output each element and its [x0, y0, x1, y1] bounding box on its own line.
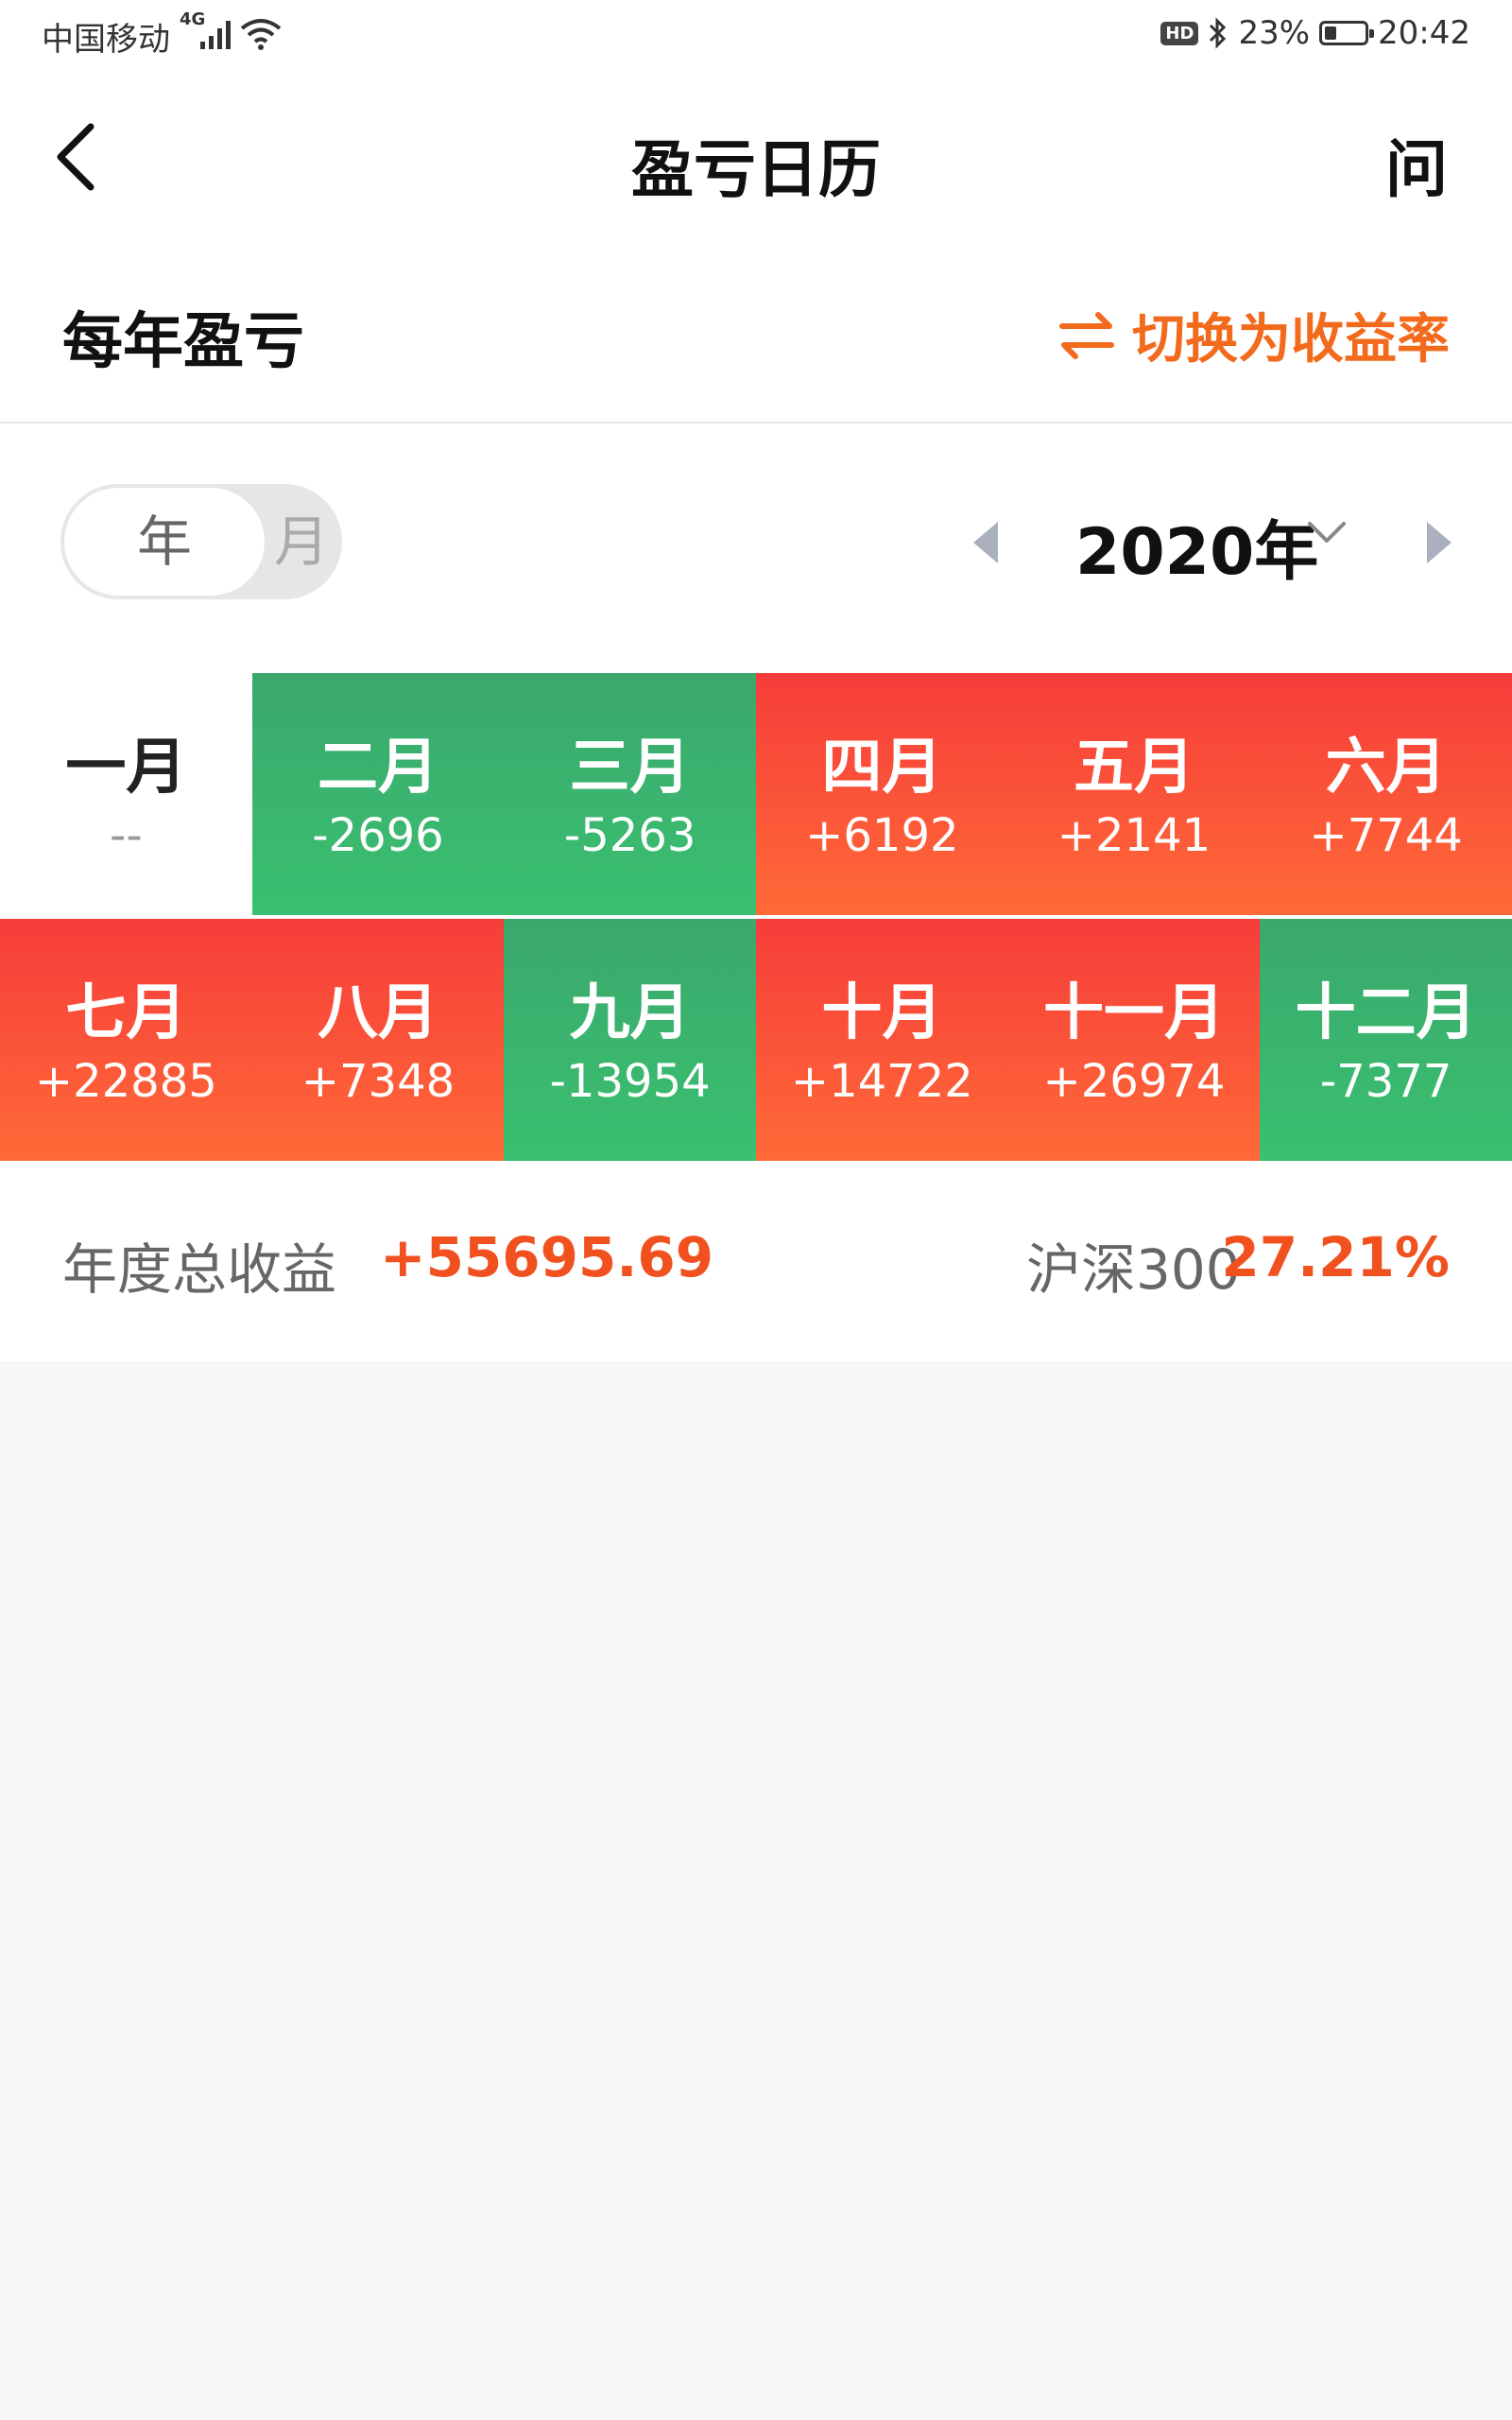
- switch-to-return-rate-button[interactable]: 切换为收益率: [1057, 297, 1450, 373]
- month-value: +2141: [1057, 809, 1211, 862]
- annual-total-value: +55695.69: [380, 1225, 714, 1289]
- switch-label: 切换为收益率: [1132, 309, 1450, 371]
- month-cell[interactable]: 六月 +7744: [1260, 673, 1512, 915]
- month-name: 四月: [821, 733, 943, 803]
- month-cell[interactable]: 三月 -5263: [504, 673, 756, 915]
- battery-percent: 23%: [1238, 14, 1311, 52]
- month-cell[interactable]: 十月 +14722: [756, 919, 1008, 1161]
- month-cell[interactable]: 十一月 +26974: [1007, 919, 1261, 1161]
- month-cell[interactable]: 十二月 -7377: [1260, 919, 1512, 1161]
- month-value: +6192: [805, 809, 959, 862]
- month-name: 七月: [65, 978, 187, 1048]
- prev-year-arrow-icon[interactable]: [973, 522, 998, 563]
- month-name: 九月: [569, 978, 691, 1048]
- month-name: 十月: [821, 978, 943, 1048]
- benchmark-value: 27.21%: [1221, 1225, 1450, 1289]
- swap-arrows-icon: [1059, 311, 1114, 359]
- month-value: -5263: [563, 809, 696, 862]
- divider: [0, 422, 1512, 424]
- status-right: HD 23% 20:42: [1160, 11, 1470, 55]
- month-cell[interactable]: 四月 +6192: [756, 673, 1008, 915]
- toggle-month[interactable]: 月: [261, 484, 342, 599]
- clock: 20:42: [1378, 14, 1470, 52]
- month-name: 十二月: [1295, 978, 1477, 1048]
- status-bar: 中国移动 4G HD 23% 20:42: [0, 0, 1512, 72]
- month-value: +7348: [301, 1055, 455, 1108]
- month-cell[interactable]: 七月 +22885: [0, 919, 252, 1161]
- toggle-year[interactable]: 年: [64, 488, 265, 596]
- next-year-arrow-icon[interactable]: [1427, 522, 1452, 563]
- month-cell[interactable]: 八月 +7348: [251, 919, 505, 1161]
- month-value: +14722: [790, 1055, 973, 1108]
- month-value: -7377: [1319, 1055, 1452, 1108]
- month-name: 一月: [65, 733, 187, 803]
- month-name: 二月: [317, 733, 438, 803]
- month-cell[interactable]: 二月 -2696: [251, 673, 505, 915]
- help-button[interactable]: 问: [1385, 119, 1448, 210]
- month-name: 六月: [1325, 733, 1447, 803]
- benchmark-label: 沪深300: [1026, 1237, 1241, 1302]
- month-value: --: [110, 809, 143, 862]
- month-name: 三月: [569, 733, 691, 803]
- annual-total-label: 年度总收益: [62, 1237, 337, 1302]
- page-title: 盈亏日历: [631, 133, 881, 206]
- wifi-icon: [240, 19, 282, 50]
- month-value: -2696: [312, 809, 444, 862]
- signal-icon: [200, 21, 231, 49]
- month-value: -13954: [549, 1055, 711, 1108]
- hd-badge: HD: [1160, 21, 1199, 45]
- nav-bar: 盈亏日历 问: [0, 91, 1512, 223]
- month-cell[interactable]: 九月 -13954: [504, 919, 756, 1161]
- section-title: 每年盈亏: [62, 307, 304, 377]
- month-cell[interactable]: 五月 +2141: [1007, 673, 1261, 915]
- month-value: +22885: [34, 1055, 217, 1108]
- battery-icon: [1319, 21, 1375, 45]
- year-dropdown[interactable]: 2020年: [1075, 499, 1318, 593]
- month-name: 八月: [317, 978, 438, 1048]
- month-value: +7744: [1309, 809, 1463, 862]
- carrier-name: 中国移动: [42, 21, 170, 59]
- month-value: +26974: [1042, 1055, 1226, 1108]
- month-name: 十一月: [1042, 978, 1225, 1048]
- month-name: 五月: [1073, 733, 1194, 803]
- bluetooth-icon: [1210, 17, 1227, 49]
- period-toggle[interactable]: 年 月: [60, 484, 342, 599]
- month-cell[interactable]: 一月 --: [0, 673, 252, 915]
- chevron-down-icon[interactable]: [1306, 518, 1348, 546]
